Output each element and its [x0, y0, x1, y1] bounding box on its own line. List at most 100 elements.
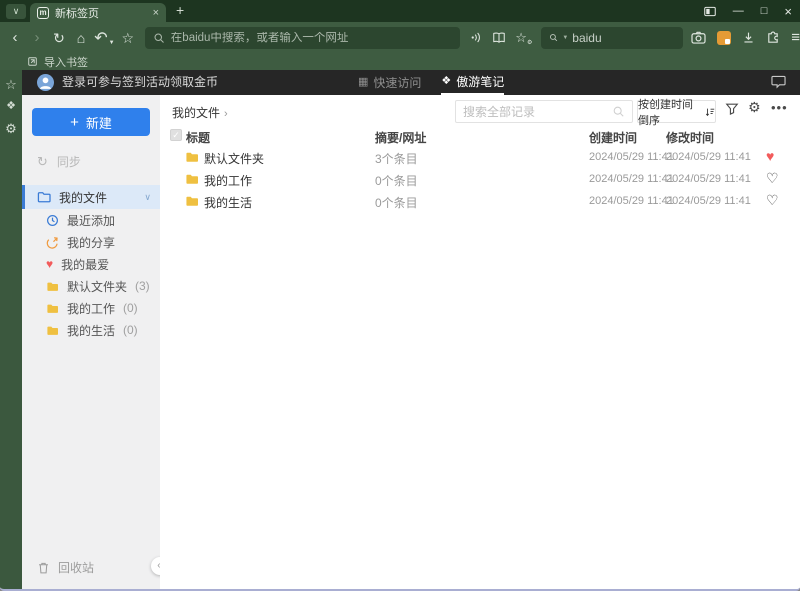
refresh-icon[interactable]: ↻: [48, 31, 70, 45]
sidebar-item-recent[interactable]: 最近添加: [22, 209, 160, 231]
row-created: 2024/05/29 11:41: [589, 151, 674, 163]
maxthon-logo-icon: m: [37, 6, 49, 19]
column-created: 创建时间: [589, 131, 638, 145]
row-created: 2024/05/29 11:41: [589, 195, 674, 207]
toolbar-right-icons: ≡: [691, 30, 800, 45]
extensions-icon[interactable]: [766, 31, 780, 45]
import-bookmarks-button[interactable]: 导入书签: [44, 54, 88, 70]
home-icon[interactable]: ⌂: [70, 31, 92, 45]
search-engine-chevron-icon[interactable]: ▼: [562, 35, 568, 41]
maxnote-panel-icon[interactable]: ❖: [6, 101, 16, 112]
item-count: (0): [123, 323, 138, 337]
avatar[interactable]: [37, 74, 54, 91]
select-all-checkbox[interactable]: ✓: [170, 129, 182, 141]
item-label: 我的生活: [67, 323, 116, 338]
favorite-heart-icon[interactable]: ♥: [766, 149, 774, 163]
tab-close-icon[interactable]: ×: [153, 7, 159, 19]
tab-maxnote[interactable]: ❖ 傲游笔记: [441, 70, 505, 95]
sync-button[interactable]: ↻ 同步: [37, 153, 160, 170]
sort-order-button[interactable]: 按创建时间倒序: [637, 99, 716, 127]
share-icon: [46, 236, 58, 249]
favorite-heart-icon[interactable]: ♡: [766, 171, 779, 185]
more-icon[interactable]: •••: [771, 100, 788, 115]
folder-icon: [47, 282, 58, 291]
quick-search-box[interactable]: ▼: [541, 26, 684, 49]
sidebar-item-my-files[interactable]: 我的文件 ∨: [22, 185, 160, 209]
split-window-icon[interactable]: [703, 6, 716, 17]
column-summary: 摘要/网址: [375, 131, 427, 145]
login-promo-link[interactable]: 登录可参与签到活动领取金币: [62, 70, 218, 95]
folder-icon: [37, 192, 51, 203]
address-bar[interactable]: [144, 26, 461, 49]
search-icon: [154, 32, 164, 43]
folder-icon: [47, 326, 58, 335]
tab-label: 傲游笔记: [456, 75, 505, 89]
sidebar-item-default-folder[interactable]: 默认文件夹 (3): [22, 275, 160, 297]
sidebar-item-my-work[interactable]: 我的工作 (0): [22, 297, 160, 319]
browser-tab[interactable]: m 新标签页 ×: [30, 3, 166, 22]
back-icon[interactable]: ‹: [4, 30, 26, 45]
item-label: 我的分享: [67, 235, 116, 250]
forward-icon[interactable]: ›: [26, 30, 48, 45]
recycle-bin-button[interactable]: 回收站: [37, 559, 94, 576]
undo-icon[interactable]: ↶ ▼: [92, 28, 117, 48]
settings-gear-icon[interactable]: ⚙: [5, 122, 17, 135]
filter-funnel-icon[interactable]: [725, 102, 739, 116]
sidebar-item-my-shares[interactable]: 我的分享: [22, 231, 160, 253]
search-icon: [550, 34, 558, 42]
reader-mode-icon[interactable]: [492, 31, 506, 44]
item-label: 默认文件夹: [67, 279, 128, 294]
view-settings-gear-icon[interactable]: ⚙: [748, 100, 761, 114]
table-row[interactable]: 我的工作 0个条目 2024/05/29 11:41 2024/05/29 11…: [160, 169, 800, 191]
chevron-down-icon[interactable]: ∨: [144, 192, 151, 203]
new-note-label: 新建: [85, 115, 112, 131]
notes-search-box[interactable]: [455, 100, 633, 123]
read-aloud-icon[interactable]: [469, 31, 483, 44]
user-icon: [39, 77, 52, 89]
table-row[interactable]: 我的生活 0个条目 2024/05/29 11:41 2024/05/29 11…: [160, 191, 800, 213]
sidebar-item-my-life[interactable]: 我的生活 (0): [22, 319, 160, 341]
browser-window: ∨ m 新标签页 × + — □ × ‹ › ↻ ⌂ ↶ ▼ ☆ 在baidu中…: [0, 0, 800, 591]
screenshot-camera-icon[interactable]: [691, 31, 706, 44]
header-tabs: ▦ 快速访问 ❖ 傲游笔记: [358, 70, 505, 95]
new-tab-button[interactable]: +: [176, 2, 184, 18]
folder-icon: [186, 174, 198, 184]
menu-icon[interactable]: ≡: [791, 30, 800, 45]
sidebar-item-favorites[interactable]: ♥ 我的最爱: [22, 253, 160, 275]
feedback-chat-icon[interactable]: [771, 75, 786, 89]
side-strip: ☆ ❖ ⚙: [0, 70, 22, 589]
item-count: (0): [123, 301, 138, 315]
folder-icon: [47, 304, 58, 313]
minimize-icon[interactable]: —: [733, 5, 744, 17]
favorite-star-icon[interactable]: ☆: [117, 31, 139, 45]
close-window-icon[interactable]: ×: [784, 5, 792, 18]
favorite-heart-icon[interactable]: ♡: [766, 193, 779, 207]
table-header: ✓ 标题 摘要/网址 创建时间 修改时间: [160, 128, 800, 147]
notes-main: 我的文件› 按创建时间倒序 ⚙ ••• ✓ 标题 摘要/网址 创建时间 修改时间: [160, 95, 800, 589]
quick-search-input[interactable]: [572, 30, 676, 45]
favorites-manager-icon[interactable]: ☆⚙: [515, 30, 532, 46]
new-note-button[interactable]: + 新建: [32, 108, 150, 136]
notes-search-input[interactable]: [463, 104, 607, 119]
tab-quick-access[interactable]: ▦ 快速访问: [358, 70, 421, 95]
breadcrumb[interactable]: 我的文件 ›: [172, 104, 228, 121]
download-icon[interactable]: [742, 31, 755, 44]
clock-icon: [47, 214, 58, 226]
notes-toolbar: 我的文件› 按创建时间倒序 ⚙ •••: [160, 95, 800, 128]
row-title: 默认文件夹: [204, 152, 265, 166]
maxnote-icon[interactable]: [717, 30, 732, 45]
bookmark-bar: 导入书签: [0, 53, 800, 70]
sync-label: 同步: [56, 155, 81, 169]
column-title: 标题: [186, 131, 211, 145]
item-label: 最近添加: [67, 213, 116, 228]
address-input[interactable]: [170, 31, 453, 44]
plus-icon: +: [70, 113, 79, 131]
navigation-bar: ‹ › ↻ ⌂ ↶▼ ☆ ☆⚙ ▼: [0, 22, 800, 53]
maxnote-logo-icon: ❖: [441, 75, 452, 87]
maximize-icon[interactable]: □: [761, 5, 768, 17]
tab-list-chevron-icon[interactable]: ∨: [6, 4, 26, 19]
table-row[interactable]: 默认文件夹 3个条目 2024/05/29 11:41 2024/05/29 1…: [160, 147, 800, 169]
window-controls: — □ ×: [703, 0, 792, 22]
favorites-panel-icon[interactable]: ☆: [5, 78, 17, 91]
tab-label: 快速访问: [373, 76, 422, 90]
